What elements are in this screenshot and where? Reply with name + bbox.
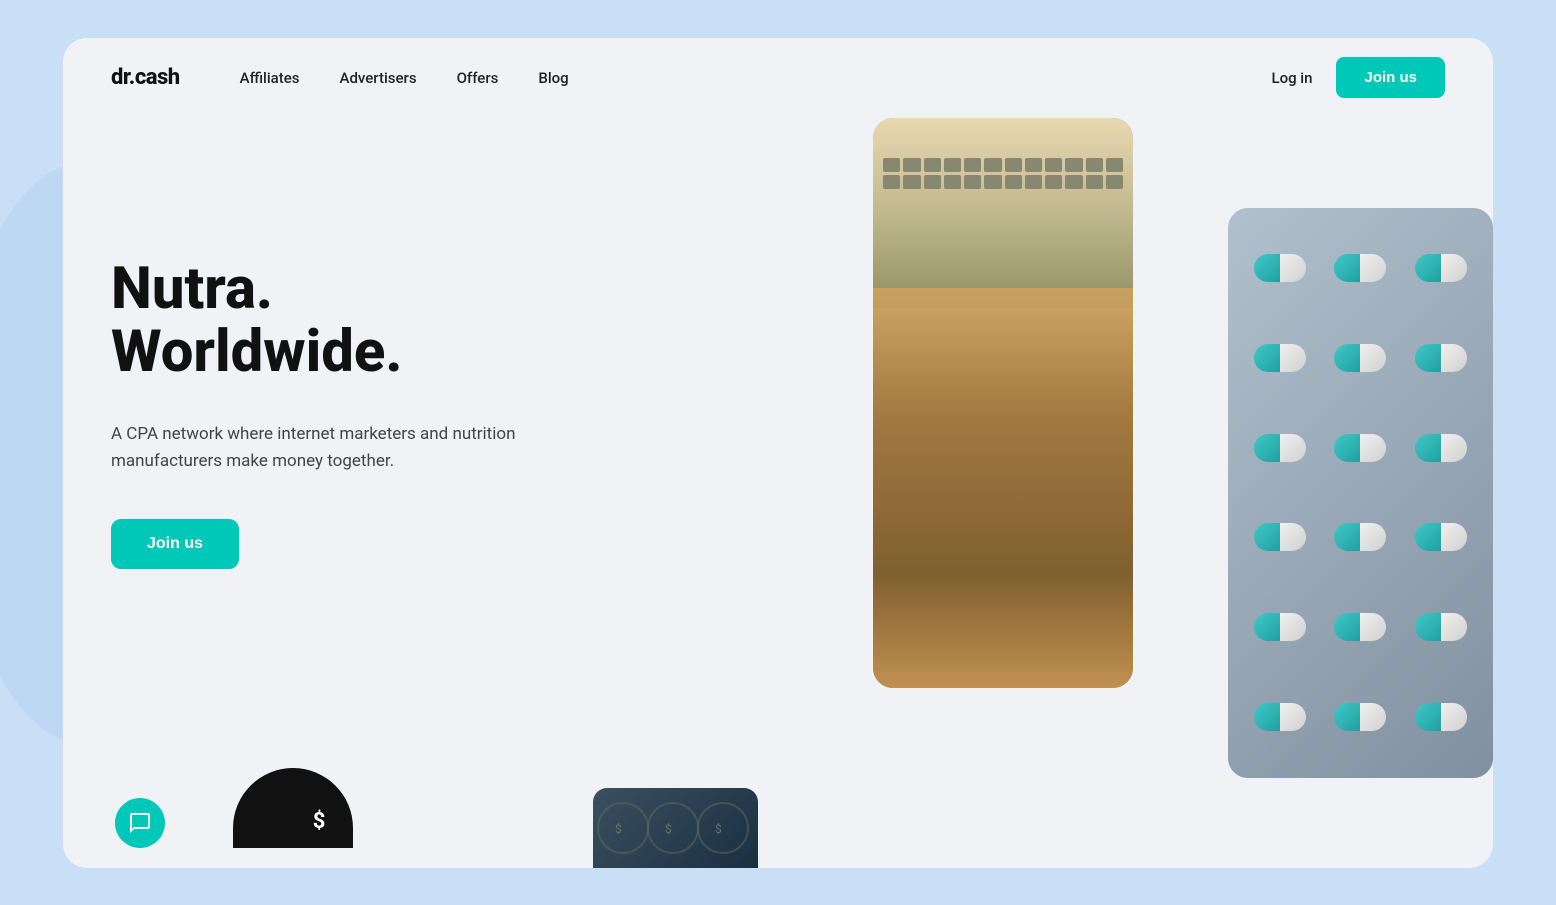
pill-cell [1405, 586, 1477, 668]
pill-cell [1324, 586, 1396, 668]
login-link[interactable]: Log in [1271, 69, 1312, 87]
money-hand-area: $100 FEDERAL RESERVE [873, 288, 1133, 688]
svg-text:$: $ [715, 822, 722, 836]
pill-cell [1244, 228, 1316, 310]
hero-content: Nutra. Worldwide. A CPA network where in… [111, 178, 711, 570]
outer-wrapper: dr.cash Affiliates Advertisers Offers Bl… [33, 25, 1523, 880]
pill-cell [1324, 228, 1396, 310]
pill-cell [1405, 228, 1477, 310]
pills-grid [1228, 208, 1493, 778]
key [903, 158, 920, 172]
key [924, 158, 941, 172]
pill-cell [1244, 407, 1316, 489]
hero-subtitle: A CPA network where internet marketers a… [111, 421, 591, 475]
pill-cell [1405, 496, 1477, 578]
nav-right: Log in Join us [1271, 57, 1445, 98]
pills-image [1228, 208, 1493, 778]
key [1106, 158, 1123, 172]
key [944, 175, 961, 189]
key [1045, 158, 1062, 172]
key [883, 158, 900, 172]
logo[interactable]: dr.cash [111, 65, 180, 90]
pill-cell [1244, 676, 1316, 758]
pill [1415, 703, 1467, 731]
money-image: $100 FEDERAL RESERVE [873, 118, 1133, 688]
nav-offers[interactable]: Offers [457, 69, 499, 87]
pill [1334, 434, 1386, 462]
pill [1415, 523, 1467, 551]
pill-cell [1405, 317, 1477, 399]
nav-advertisers[interactable]: Advertisers [340, 69, 417, 87]
join-button-nav[interactable]: Join us [1336, 57, 1445, 98]
pill [1334, 703, 1386, 731]
svg-text:$100: $100 [953, 412, 994, 433]
pill [1254, 434, 1306, 462]
pill-cell [1324, 496, 1396, 578]
pill [1254, 703, 1306, 731]
svg-text:$: $ [615, 822, 622, 836]
chat-icon [128, 811, 152, 835]
key [964, 158, 981, 172]
pill [1415, 434, 1467, 462]
chat-widget[interactable] [115, 798, 165, 848]
nav-blog[interactable]: Blog [538, 69, 568, 87]
pill-cell [1405, 407, 1477, 489]
svg-text:$: $ [665, 822, 672, 836]
keyboard-keys [873, 138, 1133, 209]
key [924, 175, 941, 189]
pill [1415, 613, 1467, 641]
key [984, 158, 1001, 172]
key [1065, 158, 1082, 172]
pill [1254, 344, 1306, 372]
key [1086, 158, 1103, 172]
pill [1254, 523, 1306, 551]
key [1025, 158, 1042, 172]
pill-cell [1324, 407, 1396, 489]
pill-cell [1244, 317, 1316, 399]
key [903, 175, 920, 189]
nav-affiliates[interactable]: Affiliates [240, 69, 300, 87]
hero-title-line1: Nutra. [111, 255, 273, 323]
join-button-hero[interactable]: Join us [111, 519, 239, 569]
key [944, 158, 961, 172]
key [883, 175, 900, 189]
key [1106, 175, 1123, 189]
hero-section: Nutra. Worldwide. A CPA network where in… [63, 118, 1493, 868]
key [1045, 175, 1062, 189]
pill [1254, 254, 1306, 282]
pill-cell [1405, 676, 1477, 758]
svg-text:FEDERAL RESERVE: FEDERAL RESERVE [953, 405, 1039, 416]
main-card: dr.cash Affiliates Advertisers Offers Bl… [63, 38, 1493, 868]
hero-title-line2: Worldwide. [111, 318, 403, 386]
money-svg: $100 FEDERAL RESERVE [873, 288, 1133, 688]
pill [1334, 613, 1386, 641]
hero-images: $100 FEDERAL RESERVE [873, 78, 1493, 868]
pill [1334, 344, 1386, 372]
pill [1415, 254, 1467, 282]
pill [1254, 613, 1306, 641]
bottom-money-svg: $ $ $ [593, 788, 758, 868]
keyboard-area [873, 118, 1133, 308]
pill-cell [1324, 317, 1396, 399]
pill [1415, 344, 1467, 372]
key [964, 175, 981, 189]
key [1005, 175, 1022, 189]
nav-links: Affiliates Advertisers Offers Blog [240, 69, 1272, 87]
key [1005, 158, 1022, 172]
key [984, 175, 1001, 189]
pill-cell [1244, 496, 1316, 578]
key [1065, 175, 1082, 189]
bottom-money-image: $ $ $ [593, 788, 758, 868]
key [1086, 175, 1103, 189]
hero-title: Nutra. Worldwide. [111, 258, 711, 386]
dollar-circle: $ [293, 796, 345, 848]
key [1025, 175, 1042, 189]
pill-cell [1244, 586, 1316, 668]
pill-cell [1324, 676, 1396, 758]
pill [1334, 254, 1386, 282]
navbar: dr.cash Affiliates Advertisers Offers Bl… [63, 38, 1493, 118]
pill [1334, 523, 1386, 551]
